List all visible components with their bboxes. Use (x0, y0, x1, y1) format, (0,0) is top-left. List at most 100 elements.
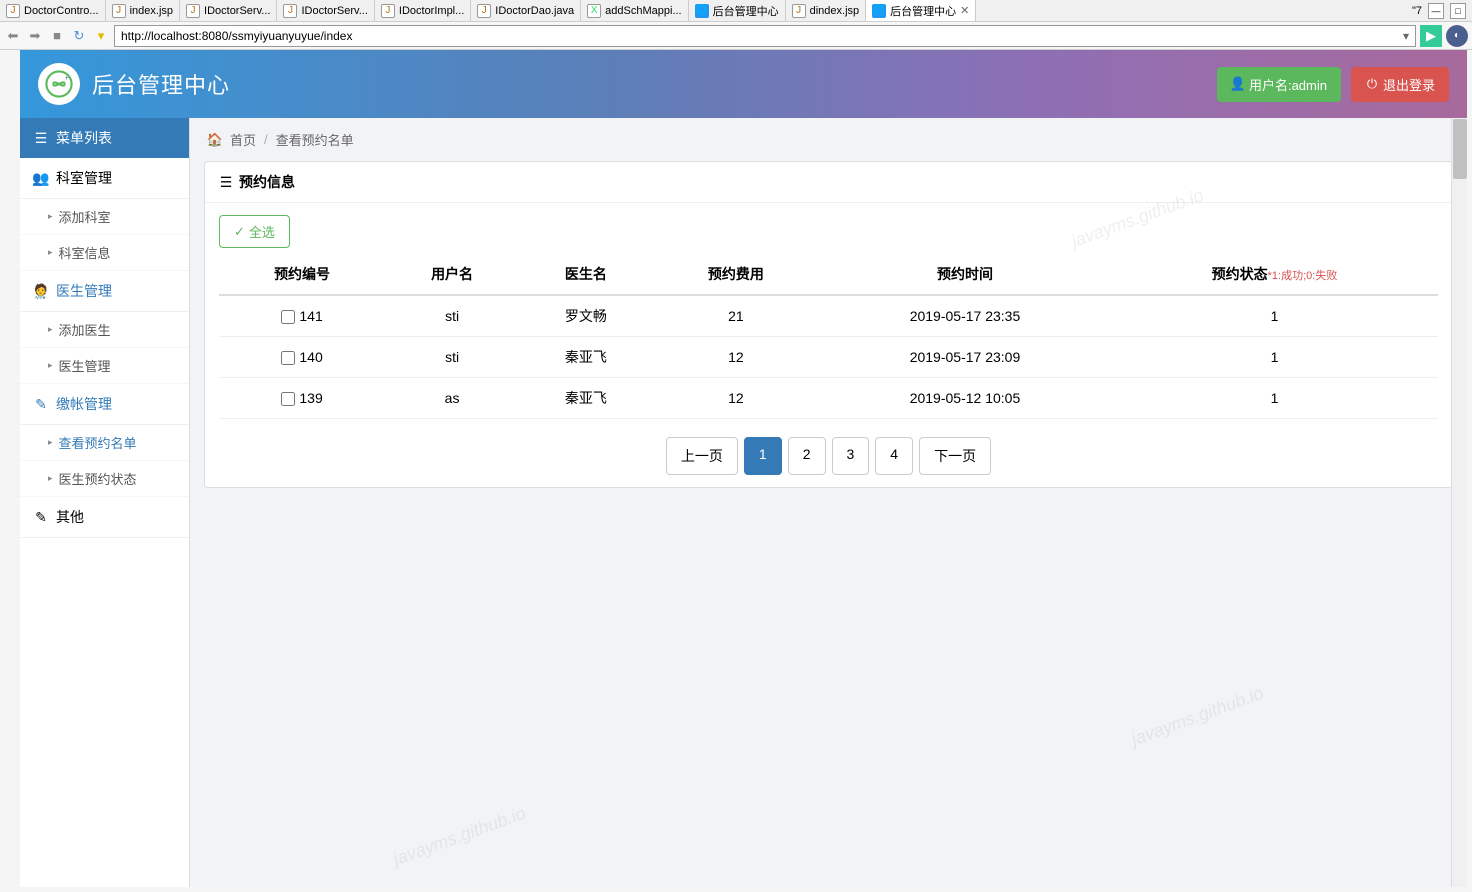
ide-tab[interactable]: JIDoctorImpl... (375, 0, 471, 21)
ide-editor-tabs: JDoctorContro...Jindex.jspJIDoctorServ..… (0, 0, 1472, 22)
eclipse-icon[interactable]: ◐ (1446, 25, 1468, 47)
section-icon: 👥 (34, 171, 48, 185)
status-note: *1:成功;0:失败 (1268, 270, 1338, 282)
table-header: 预约费用 (653, 254, 819, 295)
dropdown-icon[interactable]: ▾ (92, 27, 110, 45)
table-header: 用户名 (385, 254, 519, 295)
sidebar-item[interactable]: 查看预约名单 (20, 425, 189, 461)
ide-extra-label: "7 (1412, 5, 1422, 17)
cell-fee: 12 (653, 378, 819, 419)
url-input[interactable]: http://localhost:8080/ssmyiyuanyuyue/ind… (114, 25, 1416, 47)
sidebar-section[interactable]: ✎缴帐管理 (20, 384, 189, 425)
logout-label: 退出登录 (1383, 75, 1435, 94)
sidebar-section[interactable]: ✎其他 (20, 497, 189, 538)
close-icon[interactable]: ✕ (960, 4, 969, 17)
sidebar-item[interactable]: 医生预约状态 (20, 461, 189, 497)
panel: ☰ 预约信息 ✓ 全选 预约编号用户名医生名预约费用预约时间预约状态*1:成功;… (204, 161, 1453, 488)
list-icon: ☰ (34, 131, 48, 145)
check-icon: ✓ (234, 224, 245, 240)
tab-label: index.jsp (130, 5, 173, 17)
row-checkbox[interactable] (281, 392, 295, 406)
ide-tab[interactable]: JIDoctorServ... (277, 0, 374, 21)
watermark: javayms.github.io (391, 803, 529, 870)
section-label: 其他 (56, 507, 84, 527)
cell-user: sti (385, 295, 519, 337)
ide-minimize-icon[interactable]: — (1428, 3, 1444, 19)
panel-header: ☰ 预约信息 (205, 162, 1452, 203)
sidebar-item[interactable]: 科室信息 (20, 235, 189, 271)
logout-button[interactable]: ⏻ 退出登录 (1351, 67, 1449, 102)
sidebar-item[interactable]: 添加科室 (20, 199, 189, 235)
file-type-icon: J (477, 4, 491, 18)
ide-tab[interactable]: 🌐 后台管理中心 (689, 0, 786, 21)
ide-tab[interactable]: XaddSchMappi... (581, 0, 688, 21)
sidebar-item[interactable]: 医生管理 (20, 348, 189, 384)
select-all-button[interactable]: ✓ 全选 (219, 215, 290, 248)
tab-label: IDoctorServ... (204, 5, 270, 17)
ide-tab[interactable]: Jindex.jsp (106, 0, 180, 21)
pager-page[interactable]: 3 (832, 437, 870, 475)
cell-time: 2019-05-17 23:09 (819, 337, 1111, 378)
breadcrumb-sep: / (264, 132, 268, 147)
row-checkbox[interactable] (281, 351, 295, 365)
ide-tab[interactable]: JIDoctorServ... (180, 0, 277, 21)
file-type-icon: 🌐 (695, 4, 709, 18)
scrollbar[interactable] (1451, 118, 1467, 887)
select-all-label: 全选 (249, 222, 275, 241)
sidebar-item-label: 添加医生 (59, 320, 111, 339)
app-window: + 后台管理中心 👤 用户名:admin ⏻ 退出登录 ☰ 菜单列表 👥科室管理… (20, 50, 1467, 887)
ide-tab[interactable]: JDoctorContro... (0, 0, 106, 21)
tab-label: IDoctorDao.java (495, 5, 574, 17)
stop-icon[interactable]: ■ (48, 27, 66, 45)
content-area: 🏠 首页 / 查看预约名单 ☰ 预约信息 ✓ 全选 预约编号用户名医生名预约费用… (190, 118, 1467, 887)
pager-prev[interactable]: 上一页 (666, 437, 738, 475)
tab-label: addSchMappi... (605, 5, 681, 17)
breadcrumb: 🏠 首页 / 查看预约名单 (190, 118, 1467, 161)
power-icon: ⏻ (1365, 77, 1379, 91)
section-icon: 🧑‍⚕️ (34, 284, 48, 298)
file-type-icon: J (381, 4, 395, 18)
breadcrumb-home[interactable]: 首页 (230, 130, 256, 149)
row-checkbox[interactable] (281, 310, 295, 324)
ide-tab[interactable]: 🌐后台管理中心✕ (866, 0, 976, 21)
ide-tab[interactable]: Jdindex.jsp (786, 0, 867, 21)
sidebar-section[interactable]: 👥科室管理 (20, 158, 189, 199)
sidebar-section[interactable]: 🧑‍⚕️ 医生管理 (20, 271, 189, 312)
tab-label: dindex.jsp (810, 5, 860, 17)
cell-user: sti (385, 337, 519, 378)
watermark: javayms.github.io (1129, 683, 1267, 750)
table-row: 140sti秦亚飞122019-05-17 23:091 (219, 337, 1438, 378)
user-button[interactable]: 👤 用户名:admin (1217, 67, 1341, 102)
file-type-icon: J (283, 4, 297, 18)
browser-nav-bar: ⬅ ➡ ■ ↻ ▾ http://localhost:8080/ssmyiyua… (0, 22, 1472, 50)
sidebar-item-label: 医生管理 (59, 356, 111, 375)
ide-tab[interactable]: J IDoctorDao.java (471, 0, 581, 21)
scrollbar-thumb[interactable] (1453, 119, 1467, 179)
section-label: 缴帐管理 (56, 394, 112, 414)
go-button[interactable]: ▶ (1420, 25, 1442, 47)
cell-time: 2019-05-12 10:05 (819, 378, 1111, 419)
pager-page[interactable]: 4 (875, 437, 913, 475)
sidebar-item-label: 科室信息 (59, 243, 111, 262)
tab-label: 后台管理中心 (713, 3, 779, 19)
pager-page[interactable]: 1 (744, 437, 782, 475)
cell-doctor: 罗文畅 (519, 295, 653, 337)
refresh-icon[interactable]: ↻ (70, 27, 88, 45)
sidebar-item-label: 医生预约状态 (59, 469, 137, 488)
file-type-icon: J (792, 4, 806, 18)
pager-page[interactable]: 2 (788, 437, 826, 475)
cell-user: as (385, 378, 519, 419)
section-label: 医生管理 (56, 281, 112, 301)
back-icon[interactable]: ⬅ (4, 27, 22, 45)
ide-tabs-right: "7 — □ (1406, 0, 1472, 21)
pager-next[interactable]: 下一页 (919, 437, 991, 475)
forward-icon[interactable]: ➡ (26, 27, 44, 45)
cell-status: 1 (1111, 295, 1438, 337)
table-header: 预约状态*1:成功;0:失败 (1111, 254, 1438, 295)
cell-id: 141 (299, 308, 322, 324)
sidebar-item-label: 查看预约名单 (59, 433, 137, 452)
ide-maximize-icon[interactable]: □ (1450, 3, 1466, 19)
sidebar-item[interactable]: 添加医生 (20, 312, 189, 348)
sidebar-item-label: 添加科室 (59, 207, 111, 226)
url-dropdown-icon[interactable]: ▾ (1403, 29, 1409, 43)
